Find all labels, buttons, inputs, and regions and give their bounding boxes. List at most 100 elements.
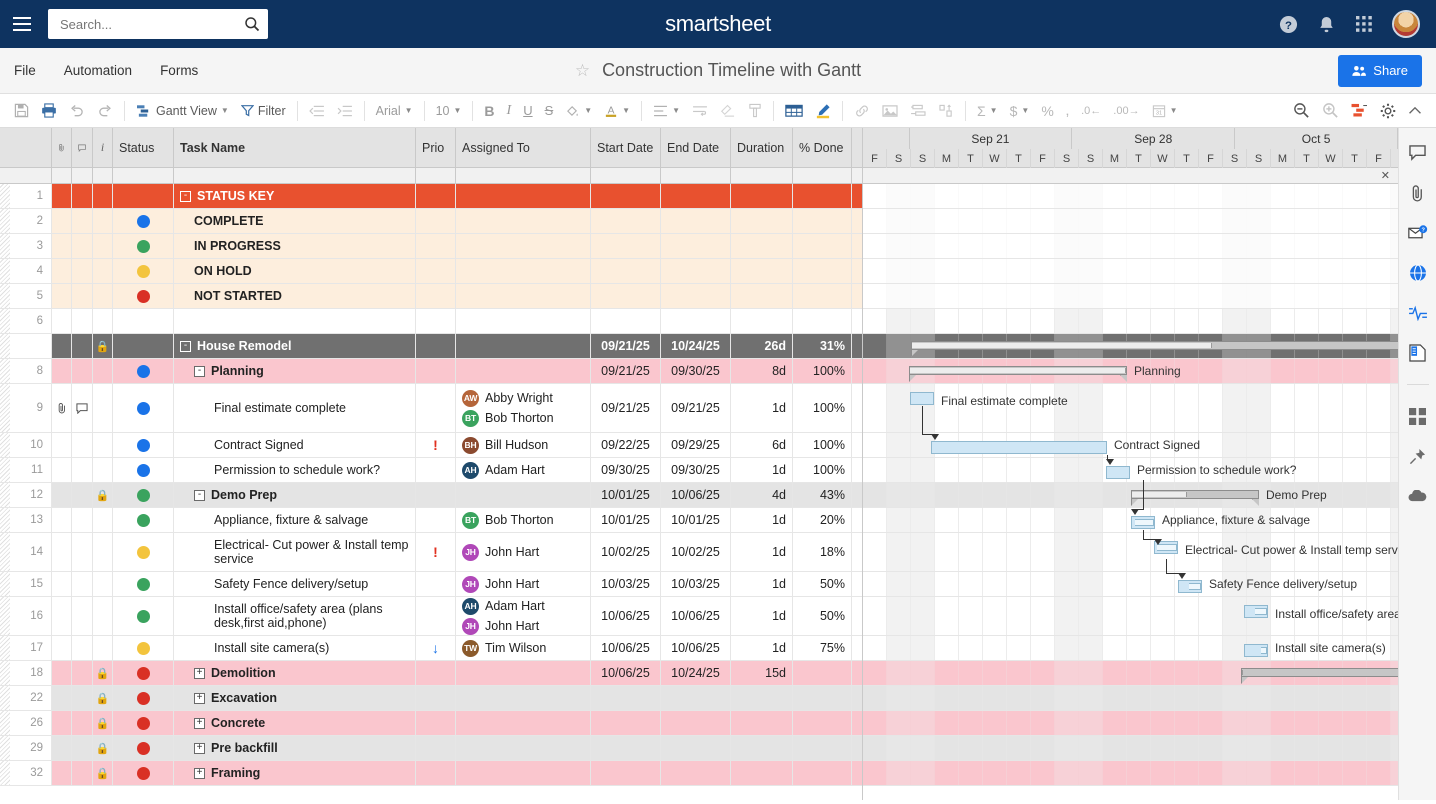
end-date-cell[interactable] [661, 761, 731, 785]
priority-cell[interactable] [416, 309, 456, 333]
start-date-cell[interactable]: 10/06/25 [591, 661, 661, 685]
comment-cell[interactable] [72, 359, 93, 383]
table-row[interactable]: 1 - STATUS KEY [0, 184, 862, 209]
gantt-summary-bar[interactable] [1131, 490, 1259, 499]
status-cell[interactable] [113, 234, 174, 258]
row-number-cell[interactable]: 1 [0, 184, 52, 208]
row-expand-toggle[interactable]: - [180, 340, 191, 352]
apps-icon[interactable] [1407, 405, 1429, 427]
task-name-cell[interactable]: Safety Fence delivery/setup [174, 572, 416, 596]
table-row[interactable]: 2 COMPLETE [0, 209, 862, 234]
font-family-selector[interactable]: Arial ▼ [370, 98, 419, 124]
attachment-cell[interactable] [52, 184, 72, 208]
status-dot[interactable] [136, 545, 150, 559]
assigned-to-cell[interactable] [456, 661, 591, 685]
increase-decimal-button[interactable]: .00→ [1107, 98, 1145, 124]
task-name-cell[interactable]: - STATUS KEY [174, 184, 416, 208]
chevron-down-icon-currency[interactable]: ▼ [1021, 106, 1029, 115]
wrap-text-button[interactable] [686, 98, 714, 124]
percent-done-cell[interactable] [793, 184, 852, 208]
status-dot[interactable] [136, 488, 150, 502]
menu-item-forms[interactable]: Forms [146, 63, 212, 78]
priority-cell[interactable] [416, 711, 456, 735]
task-name-cell[interactable]: Permission to schedule work? [174, 458, 416, 482]
duration-cell[interactable] [731, 209, 793, 233]
table-row[interactable]: 10 Contract Signed! BH Bill Hudson 09/22/25 0… [0, 433, 862, 458]
row-expand-toggle[interactable]: + [194, 717, 205, 729]
task-name-cell[interactable]: NOT STARTED [174, 284, 416, 308]
row-number-cell[interactable]: 26 [0, 711, 52, 735]
column-header-prio[interactable]: Prio [416, 128, 456, 167]
status-dot[interactable] [136, 364, 150, 378]
align-button[interactable]: ▼ [647, 98, 686, 124]
percent-done-cell[interactable]: 31% [793, 334, 852, 358]
status-dot[interactable] [136, 641, 150, 655]
table-row[interactable]: 6 [0, 309, 862, 334]
attachment-cell[interactable] [52, 508, 72, 532]
status-cell[interactable] [113, 433, 174, 457]
comment-cell[interactable] [72, 184, 93, 208]
end-date-cell[interactable]: 09/30/25 [661, 458, 731, 482]
gantt-settings-icon[interactable] [1345, 98, 1374, 124]
percent-button[interactable]: % [1035, 98, 1059, 124]
priority-cell[interactable] [416, 359, 456, 383]
attachment-cell[interactable] [52, 284, 72, 308]
table-row[interactable]: 32 🔒 + Framing [0, 761, 862, 786]
percent-done-cell[interactable] [793, 259, 852, 283]
percent-done-cell[interactable]: 50% [793, 597, 852, 635]
search-icon[interactable] [244, 16, 260, 32]
task-name-cell[interactable]: + Concrete [174, 711, 416, 735]
row-expand-toggle[interactable]: + [194, 742, 205, 754]
duration-cell[interactable] [731, 761, 793, 785]
attachment-cell[interactable] [52, 736, 72, 760]
attachment-cell[interactable] [52, 533, 72, 571]
end-date-cell[interactable]: 10/06/25 [661, 636, 731, 660]
status-cell[interactable] [113, 686, 174, 710]
duration-cell[interactable]: 1d [731, 597, 793, 635]
end-date-cell[interactable] [661, 284, 731, 308]
percent-done-cell[interactable] [793, 736, 852, 760]
duration-cell[interactable]: 6d [731, 433, 793, 457]
row-expand-toggle[interactable]: + [194, 692, 205, 704]
percent-done-cell[interactable]: 100% [793, 433, 852, 457]
start-date-cell[interactable]: 10/06/25 [591, 636, 661, 660]
date-format-button[interactable]: 31 ▼ [1146, 98, 1184, 124]
percent-done-cell[interactable] [793, 686, 852, 710]
start-date-cell[interactable] [591, 761, 661, 785]
task-name-cell[interactable]: Contract Signed [174, 433, 416, 457]
end-date-cell[interactable]: 10/02/25 [661, 533, 731, 571]
assigned-to-cell[interactable] [456, 686, 591, 710]
assigned-to-cell[interactable] [456, 234, 591, 258]
status-dot[interactable] [136, 239, 150, 253]
assigned-to-cell[interactable] [456, 334, 591, 358]
chevron-down-icon-align[interactable]: ▼ [672, 106, 680, 115]
image-icon[interactable] [876, 98, 904, 124]
row-expand-toggle[interactable]: - [180, 190, 191, 202]
duration-cell[interactable] [731, 184, 793, 208]
table-row[interactable]: 13 Appliance, fixture & salvage BT Bob Thor… [0, 508, 862, 533]
task-name-cell[interactable]: + Excavation [174, 686, 416, 710]
duration-cell[interactable]: 8d [731, 359, 793, 383]
end-date-cell[interactable]: 10/06/25 [661, 597, 731, 635]
format-painter-button[interactable] [742, 98, 768, 124]
chevron-down-icon-fill[interactable]: ▼ [584, 106, 592, 115]
indent-icon[interactable] [331, 98, 359, 124]
status-dot[interactable] [136, 264, 150, 278]
row-expand-toggle[interactable]: + [194, 767, 205, 779]
chevron-down-icon-sum[interactable]: ▼ [990, 106, 998, 115]
task-name-cell[interactable]: Appliance, fixture & salvage [174, 508, 416, 532]
priority-cell[interactable]: ! [416, 533, 456, 571]
table-row[interactable]: 9 Final estimate complete AW Abby Wright BT B… [0, 384, 862, 433]
row-expand-toggle[interactable]: - [194, 365, 205, 377]
row-number-cell[interactable]: 16 [0, 597, 52, 635]
row-number-cell[interactable]: 14 [0, 533, 52, 571]
start-date-cell[interactable] [591, 234, 661, 258]
percent-done-cell[interactable]: 100% [793, 458, 852, 482]
attachment-cell[interactable] [52, 309, 72, 333]
task-name-cell[interactable]: Electrical- Cut power & Install temp ser… [174, 533, 416, 571]
assigned-to-cell[interactable] [456, 309, 591, 333]
globe-icon[interactable] [1407, 262, 1429, 284]
status-cell[interactable] [113, 597, 174, 635]
row-number-cell[interactable]: 10 [0, 433, 52, 457]
attachment-cell[interactable] [52, 458, 72, 482]
